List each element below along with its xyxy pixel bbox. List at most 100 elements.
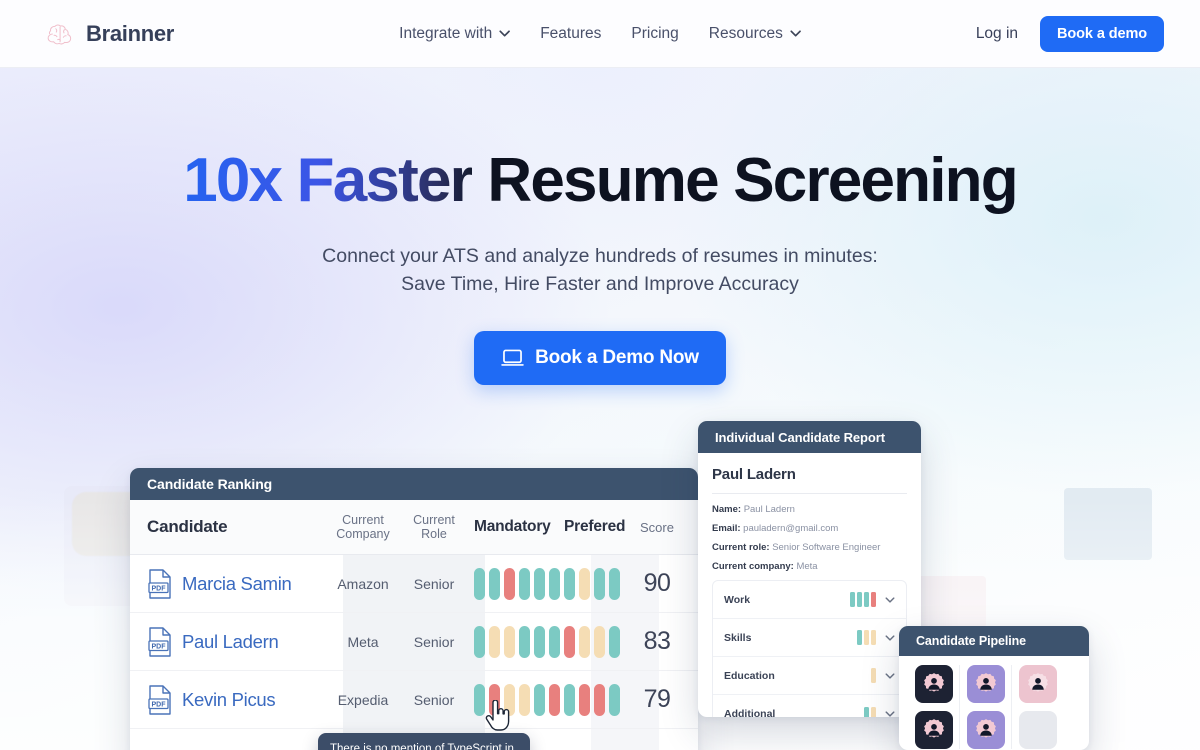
nav-item-pricing[interactable]: Pricing	[631, 25, 678, 43]
candidate-cell: PDF Paul Ladern	[130, 626, 326, 657]
report-section-label: Education	[724, 669, 775, 682]
report-field-label: Current role:	[712, 542, 770, 553]
candidate-pipeline-card: Candidate Pipeline	[899, 626, 1089, 750]
column-header-mandatory: Mandatory	[474, 518, 551, 535]
book-a-demo-now-button[interactable]: Book a Demo Now	[474, 331, 726, 386]
mandatory-pill[interactable]	[534, 567, 545, 600]
prefered-pill[interactable]	[594, 567, 605, 600]
candidate-name-link[interactable]: Marcia Samin	[182, 573, 292, 595]
column-header-candidate: Candidate	[147, 517, 228, 536]
pdf-icon: PDF	[148, 626, 171, 657]
chevron-down-icon[interactable]	[885, 672, 895, 679]
report-field-value: Paul Ladern	[743, 504, 795, 515]
pipeline-candidate-card[interactable]	[1019, 711, 1057, 749]
prefered-pill[interactable]	[609, 567, 620, 600]
report-field-label: Name:	[712, 504, 742, 515]
pipeline-candidate-card[interactable]	[966, 711, 1005, 749]
pipeline-column	[908, 665, 960, 749]
mandatory-pill[interactable]	[474, 625, 485, 658]
mandatory-pill[interactable]	[519, 683, 530, 716]
nav-item-resources[interactable]: Resources	[709, 25, 801, 43]
pipeline-candidate-card[interactable]	[914, 665, 953, 703]
headline-rest: Resume Screening	[471, 146, 1018, 215]
mandatory-cell	[468, 683, 560, 716]
report-section-row[interactable]: Skills	[713, 619, 906, 657]
header-line-1: Current	[413, 512, 455, 527]
prefered-pill[interactable]	[564, 567, 575, 600]
login-link[interactable]: Log in	[976, 25, 1018, 43]
current-company-cell: Amazon	[337, 575, 389, 592]
mandatory-pill[interactable]	[534, 683, 545, 716]
pipeline-candidate-card[interactable]	[914, 711, 953, 749]
svg-text:PDF: PDF	[152, 643, 167, 650]
column-header-score: Score	[640, 519, 674, 535]
candidate-ranking-title: Candidate Ranking	[130, 468, 698, 500]
mandatory-pill[interactable]	[504, 625, 515, 658]
mandatory-pill[interactable]	[474, 567, 485, 600]
pipeline-title: Candidate Pipeline	[899, 626, 1089, 656]
prefered-pill[interactable]	[594, 683, 605, 716]
candidate-name-link[interactable]: Paul Ladern	[182, 631, 279, 653]
score-bar	[871, 706, 876, 717]
mandatory-pill[interactable]	[504, 567, 515, 600]
table-row[interactable]: PDF Kevin Picus Expedia Senior 79	[130, 671, 698, 729]
report-section-row[interactable]: Education	[713, 657, 906, 695]
pipeline-candidate-card[interactable]	[966, 665, 1005, 703]
table-row[interactable]: PDF Marcia Samin Amazon Senior 90	[130, 555, 698, 613]
prefered-pill[interactable]	[564, 683, 575, 716]
score-bar	[857, 630, 862, 645]
column-header-prefered: Prefered	[564, 518, 626, 535]
mandatory-pill[interactable]	[474, 683, 485, 716]
chevron-down-icon[interactable]	[885, 596, 895, 603]
pipeline-candidate-card[interactable]	[1019, 665, 1057, 703]
mandatory-pill[interactable]	[519, 567, 530, 600]
report-section-row[interactable]: Work	[713, 581, 906, 619]
table-header-row: Candidate Current Company Current Role M…	[130, 500, 698, 555]
header-line-1: Current	[342, 512, 384, 527]
brand-logo[interactable]: Brainner	[46, 21, 174, 47]
brain-icon	[47, 23, 72, 44]
prefered-pill[interactable]	[564, 625, 575, 658]
report-fields: Name: Paul Ladern Email: pauladern@gmail.…	[712, 494, 907, 572]
mandatory-pill[interactable]	[489, 625, 500, 658]
mandatory-pill[interactable]	[534, 625, 545, 658]
prefered-pill[interactable]	[609, 625, 620, 658]
mandatory-pill[interactable]	[519, 625, 530, 658]
avatar-icon	[975, 673, 996, 692]
score-bar	[864, 706, 869, 717]
header-line-2: Role	[421, 527, 447, 541]
chevron-down-icon[interactable]	[885, 634, 895, 641]
report-field-value: Senior Software Engineer	[772, 542, 881, 553]
chevron-down-icon[interactable]	[885, 711, 895, 717]
mandatory-cell	[468, 625, 560, 658]
score-bar	[864, 630, 869, 645]
table-row[interactable]: PDF Paul Ladern Meta Senior 83	[130, 613, 698, 671]
report-section-label: Skills	[724, 631, 752, 644]
prefered-pill[interactable]	[594, 625, 605, 658]
report-section-row[interactable]: Additional	[713, 695, 906, 717]
report-field: Current role: Senior Software Engineer	[712, 542, 907, 553]
report-section-bars	[850, 592, 876, 607]
report-field-value: Meta	[796, 561, 818, 572]
cta-container: Book a Demo Now	[0, 331, 1200, 386]
score-bar	[857, 592, 862, 607]
report-body: Paul Ladern Name: Paul Ladern Email: paul…	[698, 453, 921, 717]
prefered-pill[interactable]	[609, 683, 620, 716]
candidate-name-link[interactable]: Kevin Picus	[182, 689, 276, 711]
candidate-cell: PDF Marcia Samin	[130, 568, 326, 599]
prefered-pill[interactable]	[579, 625, 590, 658]
prefered-pill[interactable]	[579, 567, 590, 600]
top-navbar: Brainner Integrate with Features Pricing…	[0, 0, 1200, 68]
candidate-ranking-table: Candidate Current Company Current Role M…	[130, 500, 698, 729]
book-a-demo-button[interactable]: Book a demo	[1040, 15, 1164, 52]
mandatory-pill[interactable]	[549, 567, 560, 600]
pill-tooltip: There is no mention of TypeScript in the	[318, 733, 530, 750]
mandatory-pill[interactable]	[549, 625, 560, 658]
nav-item-integrate-with[interactable]: Integrate with	[399, 25, 510, 43]
score-cell: 90	[643, 569, 671, 597]
mandatory-pill[interactable]	[549, 683, 560, 716]
table-body: PDF Marcia Samin Amazon Senior 90 PDF Paul Lad…	[130, 555, 698, 729]
prefered-pill[interactable]	[579, 683, 590, 716]
mandatory-pill[interactable]	[489, 567, 500, 600]
nav-item-features[interactable]: Features	[540, 25, 601, 43]
